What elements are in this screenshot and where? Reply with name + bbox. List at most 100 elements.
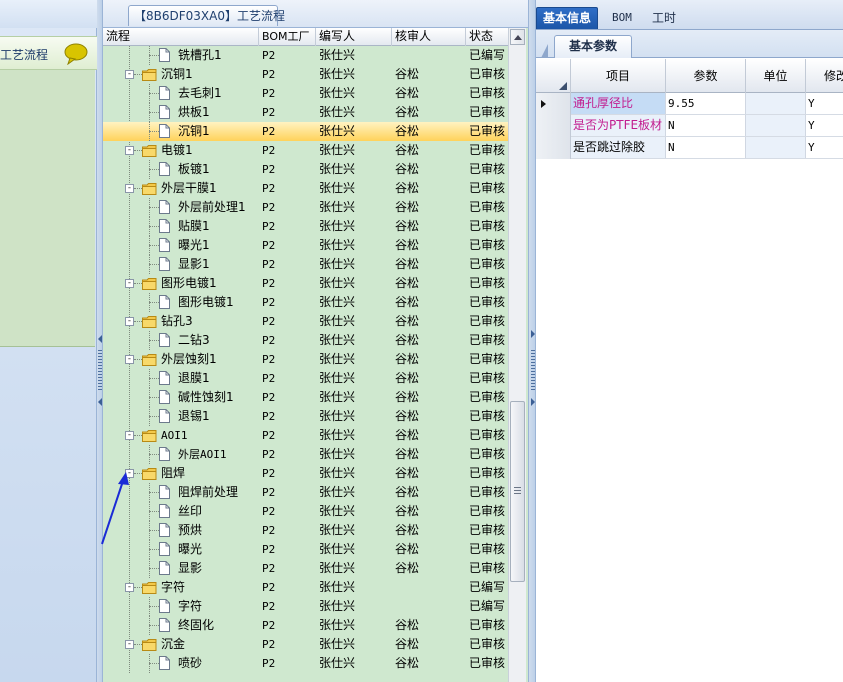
table-row[interactable]: 去毛刺1 P2 张仕兴 谷松 已审核 <box>103 84 508 103</box>
row-reviewer: 谷松 <box>395 409 420 423</box>
document-tab-process-flow[interactable]: 【8B6DF03XA0】工艺流程 <box>128 5 285 26</box>
left-pane-header <box>0 0 97 28</box>
param-row[interactable]: 通孔厚径比 9.55 Y <box>536 93 843 115</box>
tab-work-hours[interactable]: 工时 <box>646 8 682 30</box>
table-row[interactable]: 退膜1 P2 张仕兴 谷松 已审核 <box>103 369 508 388</box>
document-icon <box>159 371 170 385</box>
collapse-right-arrow-icon[interactable] <box>531 330 535 338</box>
tab-bom[interactable]: BOM <box>606 8 638 30</box>
tree-connector <box>149 625 159 626</box>
table-row[interactable]: 外层AOI1 P2 张仕兴 谷松 已审核 <box>103 445 508 464</box>
scroll-up-button[interactable] <box>510 29 525 45</box>
row-status: 已审核 <box>469 466 506 480</box>
collapse-toggle-icon[interactable]: - <box>125 279 134 288</box>
row-bom-factory: P2 <box>262 391 276 404</box>
nav-item-process-flow[interactable]: 工艺流程 <box>0 36 97 70</box>
row-name: 贴膜1 <box>178 219 210 233</box>
column-header-reviewer[interactable]: 核审人 <box>392 28 466 46</box>
table-row[interactable]: 沉铜1 P2 张仕兴 谷松 已审核 <box>103 122 508 141</box>
vertical-scrollbar[interactable] <box>508 28 526 682</box>
table-row[interactable]: 曝光1 P2 张仕兴 谷松 已审核 <box>103 236 508 255</box>
row-name: 烘板1 <box>178 105 210 119</box>
table-row[interactable]: - 阻焊 P2 张仕兴 谷松 已审核 <box>103 464 508 483</box>
splitter-grip-icon-right <box>531 350 535 390</box>
subtab-basic-params[interactable]: 基本参数 <box>540 35 633 58</box>
row-reviewer: 谷松 <box>395 238 420 252</box>
param-value-field[interactable]: N <box>666 115 746 136</box>
collapse-toggle-icon[interactable]: - <box>125 70 134 79</box>
collapse-toggle-icon[interactable]: - <box>125 640 134 649</box>
collapse-left-arrow-icon[interactable] <box>98 335 102 343</box>
param-modify-flag: Y <box>808 119 815 132</box>
collapse-toggle-icon[interactable]: - <box>125 431 134 440</box>
tree-connector <box>149 378 159 379</box>
row-name: 喷砂 <box>178 656 203 670</box>
table-row[interactable]: - 外层干膜1 P2 张仕兴 谷松 已审核 <box>103 179 508 198</box>
collapse-toggle-icon[interactable]: - <box>125 355 134 364</box>
param-column-value[interactable]: 参数 <box>666 59 746 93</box>
table-row[interactable]: - 沉金 P2 张仕兴 谷松 已审核 <box>103 635 508 654</box>
param-column-modify[interactable]: 修改 <box>806 59 843 93</box>
collapse-toggle-icon[interactable]: - <box>125 146 134 155</box>
param-row[interactable]: 是否为PTFE板材 N Y <box>536 115 843 137</box>
current-row-indicator-icon[interactable] <box>536 93 571 115</box>
table-row[interactable]: 贴膜1 P2 张仕兴 谷松 已审核 <box>103 217 508 236</box>
table-row[interactable]: 烘板1 P2 张仕兴 谷松 已审核 <box>103 103 508 122</box>
row-indicator[interactable] <box>536 115 571 137</box>
table-row[interactable]: 外层前处理1 P2 张仕兴 谷松 已审核 <box>103 198 508 217</box>
table-row[interactable]: 铣槽孔1 P2 张仕兴 已编写 <box>103 46 508 65</box>
table-row[interactable]: 显影1 P2 张仕兴 谷松 已审核 <box>103 255 508 274</box>
table-row[interactable]: 曝光 P2 张仕兴 谷松 已审核 <box>103 540 508 559</box>
table-row[interactable]: - 图形电镀1 P2 张仕兴 谷松 已审核 <box>103 274 508 293</box>
table-row[interactable]: 图形电镀1 P2 张仕兴 谷松 已审核 <box>103 293 508 312</box>
collapse-toggle-icon[interactable]: - <box>125 184 134 193</box>
row-indicator[interactable] <box>536 137 571 159</box>
tab-basic-info[interactable]: 基本信息 <box>536 7 599 29</box>
folder-icon <box>142 430 157 442</box>
table-row[interactable]: - 电镀1 P2 张仕兴 谷松 已审核 <box>103 141 508 160</box>
row-name: 字符 <box>178 599 203 613</box>
scroll-thumb[interactable] <box>510 401 525 582</box>
table-row[interactable]: - 字符 P2 张仕兴 已编写 <box>103 578 508 597</box>
column-header-bom-factory[interactable]: BOM工厂 <box>259 28 316 46</box>
table-row[interactable]: 阻焊前处理 P2 张仕兴 谷松 已审核 <box>103 483 508 502</box>
table-row[interactable]: 预烘 P2 张仕兴 谷松 已审核 <box>103 521 508 540</box>
table-row[interactable]: 碱性蚀刻1 P2 张仕兴 谷松 已审核 <box>103 388 508 407</box>
param-row[interactable]: 是否跳过除胶 N Y <box>536 137 843 159</box>
table-row[interactable]: 丝印 P2 张仕兴 谷松 已审核 <box>103 502 508 521</box>
row-name: 板镀1 <box>178 162 210 176</box>
row-bom-factory: P2 <box>262 258 276 271</box>
table-row[interactable]: 喷砂 P2 张仕兴 谷松 已审核 <box>103 654 508 673</box>
table-row[interactable]: 字符 P2 张仕兴 已编写 <box>103 597 508 616</box>
table-row[interactable]: 二钻3 P2 张仕兴 谷松 已审核 <box>103 331 508 350</box>
table-row[interactable]: 终固化 P2 张仕兴 谷松 已审核 <box>103 616 508 635</box>
row-reviewer: 谷松 <box>395 447 420 461</box>
column-header-status[interactable]: 状态 <box>466 28 508 46</box>
tree-connector <box>149 511 159 512</box>
row-name: 图形电镀1 <box>178 295 234 309</box>
column-header-writer[interactable]: 编写人 <box>316 28 392 46</box>
right-splitter[interactable] <box>528 0 536 682</box>
table-row[interactable]: 板镀1 P2 张仕兴 谷松 已审核 <box>103 160 508 179</box>
param-grid-corner[interactable] <box>536 59 571 93</box>
table-row[interactable]: 退锡1 P2 张仕兴 谷松 已审核 <box>103 407 508 426</box>
column-header-process[interactable]: 流程 <box>103 28 259 46</box>
table-row[interactable]: - 钻孔3 P2 张仕兴 谷松 已审核 <box>103 312 508 331</box>
param-column-unit[interactable]: 单位 <box>746 59 806 93</box>
collapse-toggle-icon[interactable]: - <box>125 317 134 326</box>
table-row[interactable]: 显影 P2 张仕兴 谷松 已审核 <box>103 559 508 578</box>
collapse-left-arrow-icon-2[interactable] <box>98 398 102 406</box>
collapse-right-arrow-icon-2[interactable] <box>531 398 535 406</box>
table-row[interactable]: - AOI1 P2 张仕兴 谷松 已审核 <box>103 426 508 445</box>
document-icon <box>159 200 170 214</box>
param-value-field[interactable]: 9.55 <box>666 93 746 114</box>
table-row[interactable]: - 沉铜1 P2 张仕兴 谷松 已审核 <box>103 65 508 84</box>
row-bom-factory: P2 <box>262 106 276 119</box>
row-writer: 张仕兴 <box>319 428 356 442</box>
param-column-item[interactable]: 项目 <box>571 59 666 93</box>
collapse-toggle-icon[interactable]: - <box>125 583 134 592</box>
row-bom-factory: P2 <box>262 562 276 575</box>
row-bom-factory: P2 <box>262 448 276 461</box>
table-row[interactable]: - 外层蚀刻1 P2 张仕兴 谷松 已审核 <box>103 350 508 369</box>
param-value-field[interactable]: N <box>666 137 746 158</box>
